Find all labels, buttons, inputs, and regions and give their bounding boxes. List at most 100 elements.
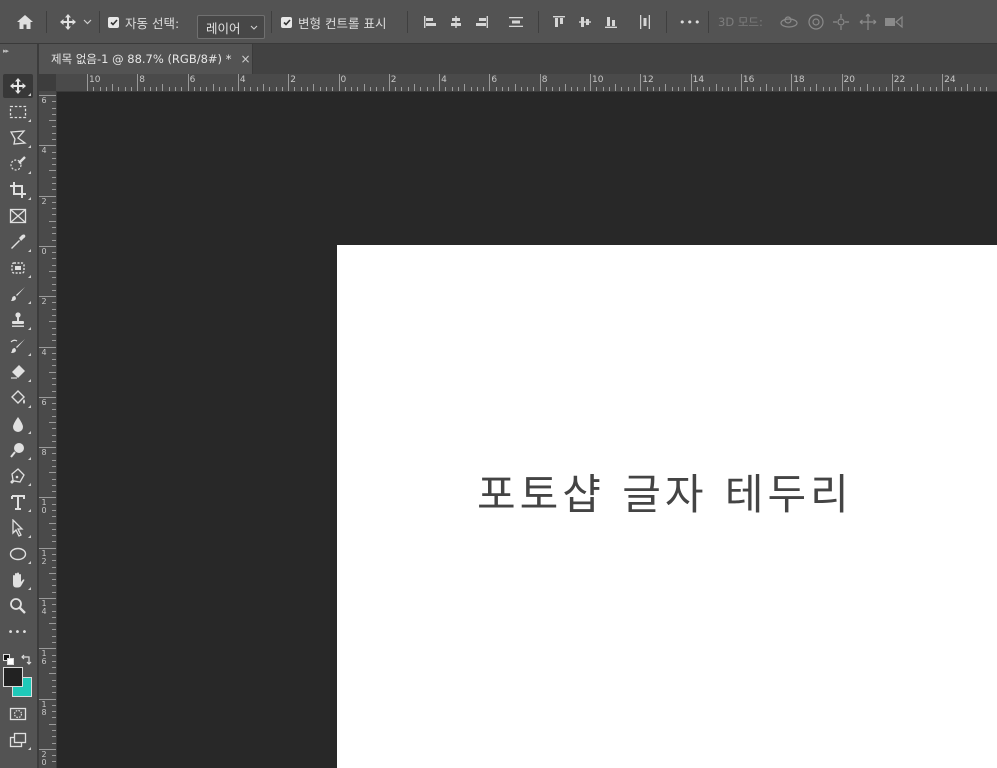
move-tool-preset-icon[interactable] — [59, 0, 77, 44]
align-vertical-center-icon[interactable] — [578, 0, 592, 44]
eraser-tool[interactable] — [3, 360, 33, 384]
close-icon[interactable]: × — [240, 52, 250, 66]
document-canvas[interactable]: 포토샵 글자 테두리 — [337, 245, 997, 768]
quick-mask-icon — [9, 707, 27, 721]
blur-tool[interactable] — [3, 412, 33, 436]
ruler-tick-label: 8 — [41, 448, 47, 458]
align-top-icon[interactable] — [552, 0, 566, 44]
quick-mask-button[interactable] — [3, 702, 33, 726]
chevron-down-icon[interactable] — [83, 0, 92, 44]
paint-bucket-tool[interactable] — [3, 386, 33, 410]
zoom-icon — [10, 598, 26, 614]
ruler-tick-label: 14 — [41, 599, 47, 616]
show-transform-checkbox[interactable] — [281, 0, 292, 44]
frame-tool[interactable] — [3, 204, 33, 228]
ruler-tick-label: 4 — [41, 146, 47, 156]
type-tool[interactable] — [3, 490, 33, 514]
lasso-tool[interactable] — [3, 126, 33, 150]
ruler-tick-label: 4 — [239, 75, 246, 85]
ruler-tick-label: 6 — [41, 397, 47, 407]
ruler-tick-label: 22 — [893, 75, 906, 85]
divider — [271, 11, 272, 33]
eyedropper-icon — [11, 234, 26, 249]
ruler-tick-label: 10 — [89, 75, 101, 85]
ruler-tick-label: 0 — [41, 246, 47, 256]
show-transform-label: 변형 컨트롤 표시 — [298, 15, 387, 31]
more-options-button[interactable]: ••• — [679, 0, 701, 44]
align-right-icon[interactable] — [475, 0, 489, 44]
ruler-tick-label: 6 — [491, 75, 498, 85]
align-bottom-icon[interactable] — [604, 0, 618, 44]
ellipse-tool[interactable] — [3, 542, 33, 566]
auto-select-dropdown[interactable]: 레이어 — [197, 15, 265, 39]
align-horizontal-center-icon[interactable] — [449, 0, 463, 44]
ruler-tick-label: 16 — [742, 75, 755, 85]
healing-brush-icon — [11, 262, 25, 274]
default-colors-icon[interactable] — [3, 650, 14, 665]
foreground-color-swatch[interactable] — [3, 667, 23, 687]
quick-selection-icon — [10, 156, 26, 171]
screen-mode-button[interactable] — [3, 728, 33, 752]
spot-healing-tool[interactable] — [3, 256, 33, 280]
pen-icon — [10, 468, 25, 484]
edit-toolbar-button[interactable]: ••• — [3, 620, 33, 644]
panel-collapse-icon[interactable]: ▸▸ — [3, 47, 9, 55]
ruler-tick-label: 4 — [41, 347, 47, 357]
ruler-origin[interactable] — [39, 74, 56, 91]
tab-document[interactable]: 제목 없음-1 @ 88.7% (RGB/8#) * × — [39, 44, 253, 74]
slide-3d-icon[interactable] — [858, 0, 878, 44]
ruler-tick-label: 20 — [843, 75, 855, 85]
swap-colors-icon[interactable] — [20, 650, 32, 665]
camera-3d-icon[interactable] — [884, 0, 904, 44]
eraser-icon — [11, 365, 25, 379]
ruler-tick-label: 6 — [189, 75, 196, 85]
paint-bucket-icon — [11, 390, 25, 404]
vertical-ruler[interactable]: 6 4 2 0 2 4 6 8 10 12 14 16 18 20 — [39, 91, 57, 768]
history-brush-icon — [10, 339, 25, 353]
brush-icon — [11, 287, 25, 301]
roll-3d-icon[interactable] — [807, 0, 825, 44]
clone-stamp-tool[interactable] — [3, 308, 33, 332]
marquee-tool[interactable] — [3, 100, 33, 124]
divider — [708, 11, 709, 33]
zoom-tool[interactable] — [3, 594, 33, 618]
ruler-tick-label: 20 — [41, 749, 47, 767]
path-selection-tool[interactable] — [3, 516, 33, 540]
options-bar: 자동 선택: 레이어 변형 컨트롤 표시 ••• 3D 모드: — [0, 0, 997, 44]
ruler-tick-label: 10 — [41, 498, 47, 516]
canvas-text-layer[interactable]: 포토샵 글자 테두리 — [477, 461, 853, 522]
document-tab-title: 제목 없음-1 @ 88.7% (RGB/8#) * — [51, 52, 232, 66]
distribute-vertical-icon[interactable] — [508, 0, 524, 44]
align-left-icon[interactable] — [423, 0, 437, 44]
screen-mode-icon — [9, 732, 27, 748]
pan-3d-icon[interactable] — [832, 0, 850, 44]
brush-tool[interactable] — [3, 282, 33, 306]
dodge-tool[interactable] — [3, 438, 33, 462]
move-tool[interactable] — [3, 74, 33, 98]
move-icon — [10, 78, 26, 94]
distribute-horizontal-icon[interactable] — [638, 0, 652, 44]
ruler-tick-label: 0 — [340, 75, 347, 85]
eyedropper-tool[interactable] — [3, 230, 33, 254]
orbit-3d-icon[interactable] — [779, 0, 799, 44]
ruler-tick-label: 8 — [541, 75, 548, 85]
hand-tool[interactable] — [3, 568, 33, 592]
chevron-down-icon — [250, 25, 257, 30]
ruler-tick-label: 2 — [41, 297, 47, 307]
ruler-tick-label: 8 — [139, 75, 146, 85]
crop-tool[interactable] — [3, 178, 33, 202]
divider — [666, 11, 667, 33]
hand-icon — [13, 572, 25, 588]
quick-selection-tool[interactable] — [3, 152, 33, 176]
ruler-tick-label: 10 — [592, 75, 604, 85]
divider — [46, 11, 47, 33]
horizontal-ruler[interactable]: 10 8 6 4 2 0 2 4 6 8 10 12 14 16 18 20 22 24 — [56, 74, 997, 92]
pen-tool[interactable] — [3, 464, 33, 488]
tools-panel: ▸▸ ••• — [0, 44, 39, 768]
ruler-tick-label: 14 — [692, 75, 705, 85]
ruler-tick-label: 16 — [41, 649, 47, 667]
home-icon[interactable] — [16, 0, 34, 44]
history-brush-tool[interactable] — [3, 334, 33, 358]
ruler-tick-label: 12 — [41, 548, 47, 566]
auto-select-checkbox[interactable] — [108, 0, 119, 44]
